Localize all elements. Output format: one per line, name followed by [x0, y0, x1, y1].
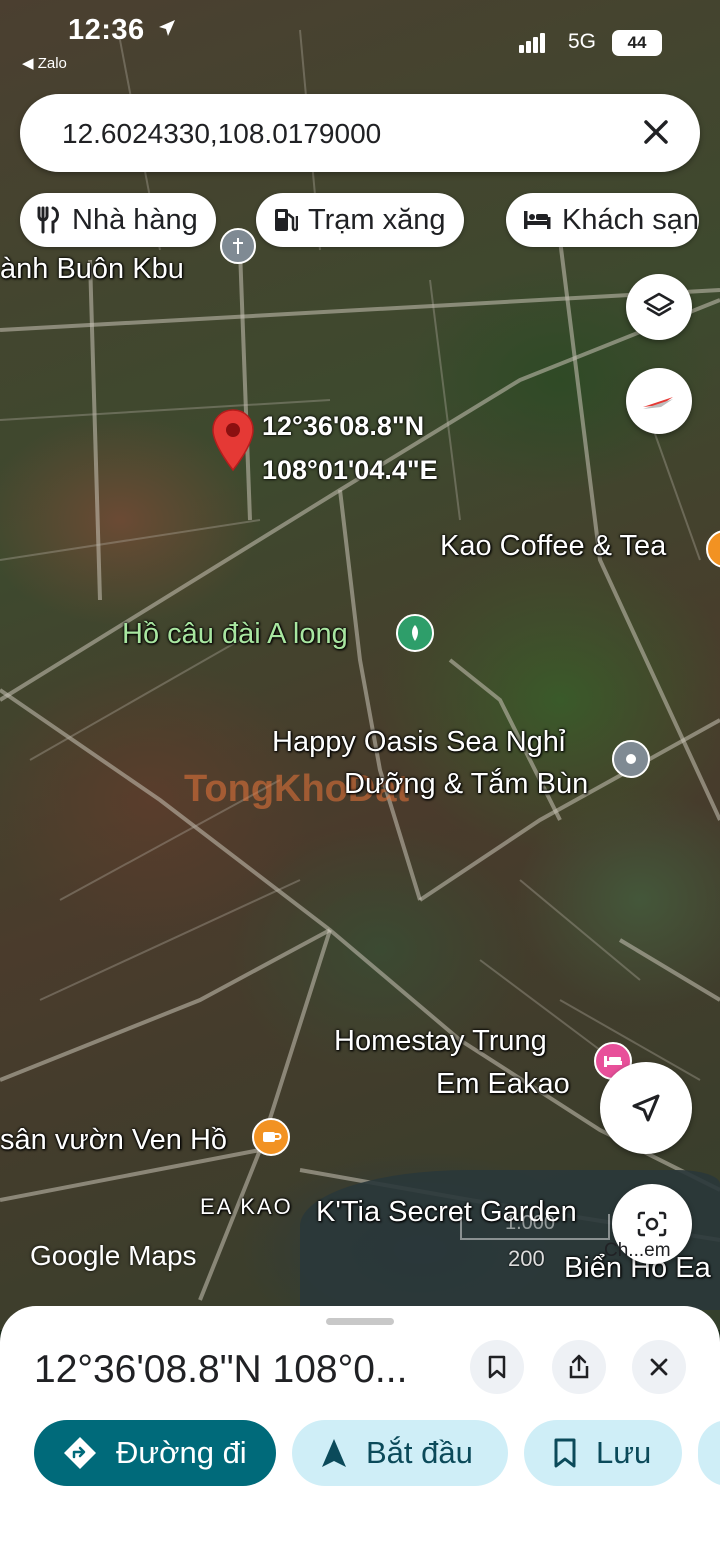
camera-icon: [637, 1211, 667, 1237]
pin-coordinates: 12°36'08.8"N 108°01'04.4"E: [262, 404, 438, 492]
map-label-homestay-line2[interactable]: Em Eakao: [436, 1068, 570, 1101]
cafe-poi-icon[interactable]: [252, 1118, 290, 1156]
share-icon: [569, 1354, 589, 1379]
share-button[interactable]: [552, 1340, 606, 1394]
maps-screen: TongKhoDat ành Buôn Kbu Kao Coffee & Tea…: [0, 0, 720, 1557]
map-label-happy-oasis-line1[interactable]: Happy Oasis Sea Nghỉ: [272, 726, 565, 759]
chip-label: Khách sạn: [562, 203, 700, 236]
chip-gas-stations[interactable]: Trạm xăng: [256, 193, 464, 247]
restaurant-icon: [37, 206, 59, 234]
place-title: 12°36'08.8"N 108°0...: [34, 1348, 408, 1391]
start-button[interactable]: Bắt đầu: [292, 1420, 508, 1486]
more-actions-button[interactable]: [698, 1420, 720, 1486]
save-label: Lưu: [596, 1435, 652, 1470]
pin-latitude: 12°36'08.8"N: [262, 411, 425, 441]
bookmark-icon: [554, 1438, 576, 1468]
map-label-ea-kao: EA KAO: [200, 1194, 293, 1219]
scale-label-top: 1.000: [505, 1212, 556, 1234]
map-label-kao-coffee[interactable]: Kao Coffee & Tea: [440, 530, 666, 563]
status-bar: 12:36 ◀ Zalo 5G 44: [0, 0, 720, 80]
compass-icon: [643, 397, 673, 409]
start-navigation-icon: [322, 1439, 346, 1467]
compass-button[interactable]: [626, 368, 692, 434]
bookmark-icon: [488, 1355, 506, 1379]
map-label-buon-kbu[interactable]: ành Buôn Kbu: [0, 253, 184, 286]
location-arrow-icon: [157, 18, 177, 44]
dropped-pin-icon[interactable]: [210, 408, 256, 474]
chip-hotels[interactable]: Khách sạn: [506, 193, 700, 247]
clear-search-icon[interactable]: [636, 112, 676, 152]
church-poi-icon[interactable]: [220, 228, 256, 264]
fishing-poi-icon[interactable]: [396, 614, 434, 652]
chip-label: Nhà hàng: [72, 203, 198, 236]
directions-label: Đường đi: [116, 1435, 247, 1470]
layers-icon: [643, 292, 675, 317]
search-bar[interactable]: 12.6024330,108.0179000: [20, 94, 700, 172]
layers-button[interactable]: [626, 274, 692, 340]
map-label-happy-oasis-line2[interactable]: Dưỡng & Tắm Bùn: [344, 768, 588, 801]
camera-search-button[interactable]: Ch...em: [604, 1184, 692, 1264]
map-label-ho-cau[interactable]: Hồ câu đài A long: [122, 618, 348, 651]
directions-button[interactable]: Đường đi: [34, 1420, 276, 1486]
search-query[interactable]: 12.6024330,108.0179000: [62, 118, 381, 150]
save-button[interactable]: Lưu: [524, 1420, 682, 1486]
navigation-arrow-icon: [632, 1094, 660, 1122]
signal-icon: [519, 33, 547, 53]
close-sheet-button[interactable]: [632, 1340, 686, 1394]
battery-level: 44: [627, 33, 647, 52]
map-label-homestay-line1[interactable]: Homestay Trung: [334, 1025, 547, 1058]
start-label: Bắt đầu: [366, 1435, 473, 1470]
place-bottom-sheet[interactable]: 12°36'08.8"N 108°0... Đường đi Bắt đầu L…: [0, 1306, 720, 1557]
network-type: 5G: [568, 30, 597, 53]
google-maps-logo: Google Maps: [30, 1240, 197, 1271]
battery-icon: 44: [612, 30, 662, 56]
directions-icon: [64, 1437, 96, 1469]
chip-restaurants[interactable]: Nhà hàng: [20, 193, 216, 247]
gas-station-icon: [275, 209, 298, 232]
my-location-button[interactable]: [600, 1062, 692, 1154]
map-label-san-vuon[interactable]: sân vườn Ven Hồ: [0, 1124, 227, 1157]
hotel-icon: [524, 211, 551, 229]
status-time: 12:36: [68, 14, 145, 46]
place-pin-icon[interactable]: [612, 740, 650, 778]
camera-label: Ch...em: [604, 1240, 671, 1261]
pin-longitude: 108°01'04.4"E: [262, 455, 438, 485]
save-bookmark-button[interactable]: [470, 1340, 524, 1394]
close-icon: [650, 1358, 668, 1376]
chip-label: Trạm xăng: [308, 203, 446, 236]
scale-label: 200: [508, 1246, 545, 1271]
back-to-app-link[interactable]: ◀ Zalo: [22, 54, 67, 72]
sheet-drag-handle[interactable]: [326, 1318, 394, 1325]
